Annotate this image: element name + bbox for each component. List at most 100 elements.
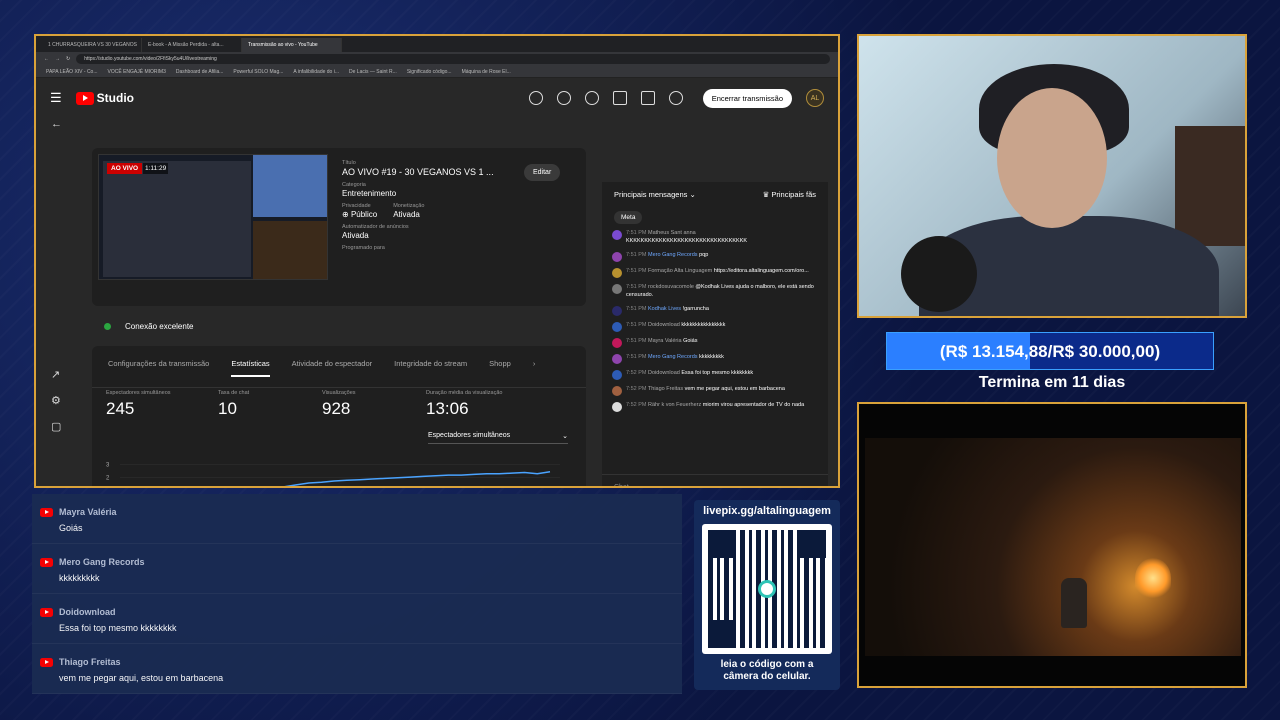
kpi-value: 13:06 [426, 399, 469, 418]
avatar[interactable]: AL [806, 89, 824, 107]
screen-capture: 1 CHURRASQUEIRA VS 30 VEGANOS E-book - A… [34, 34, 840, 488]
category-value: Entretenimento [342, 189, 397, 198]
overlay-author: Doidownload [59, 607, 116, 617]
globe-icon: ⊕ [342, 210, 351, 219]
chat-avatar [612, 230, 622, 240]
chat-text: vem me pegar aqui, estou em barbacena [684, 385, 785, 392]
menu-icon[interactable]: ☰ [50, 90, 62, 106]
donation-goal: (R$ 13.154,88/R$ 30.000,00) [886, 332, 1214, 370]
browser-tab-active[interactable]: Transmissão ao vivo - YouTube [242, 38, 342, 52]
live-chat: Principais mensagens ⌄ ♛ Principais fãs … [602, 182, 828, 486]
logo-text: Studio [96, 91, 134, 105]
game-character [1061, 578, 1087, 628]
external-link-icon[interactable]: ↗ [51, 368, 60, 381]
youtube-icon [40, 558, 53, 567]
timer-icon[interactable] [584, 91, 599, 105]
chat-avatar [612, 321, 622, 332]
tab-viewer-activity[interactable]: Atividade do espectador [292, 359, 372, 377]
chat-text: !garruncha [682, 305, 709, 312]
tab-statistics[interactable]: Estatísticas [231, 359, 270, 377]
status-dot [104, 323, 111, 330]
bookmark[interactable]: PAPA LEÃO XIV - Co... [46, 69, 98, 75]
tab-stream-settings[interactable]: Configurações da transmissão [108, 359, 209, 377]
monetization-label: Monetização [393, 203, 425, 209]
chevron-right-icon[interactable]: › [533, 359, 536, 377]
chat-text: kkkkkkkkkkkkkkkk [681, 321, 726, 328]
end-stream-button[interactable]: Encerrar transmissão [702, 88, 792, 108]
edit-button[interactable]: Editar [524, 164, 561, 181]
livepix-qr: livepix.gg/altalinguagem leia o código c… [694, 500, 840, 690]
reload-icon[interactable]: ↻ [66, 56, 70, 62]
chat-author: rockdosuvacomole [648, 283, 696, 290]
bookmark[interactable]: Powerful SOLO Mag... [233, 69, 283, 75]
stream-preview[interactable]: AO VIVO 1:11:29 [98, 154, 328, 280]
gear-icon[interactable]: ⚙ [51, 394, 61, 407]
money-icon[interactable] [556, 91, 571, 105]
kpi-concurrent: Espectadores simultâneos 245 [106, 390, 171, 418]
microphone [901, 236, 977, 312]
chat-message: 7:51 PM Mero Gang Records kkkkkkkkk [612, 353, 818, 364]
chat-time: 7:51 PM [626, 305, 649, 312]
youtube-icon [40, 608, 53, 617]
youtube-icon [40, 658, 53, 667]
overlay-text: Essa foi top mesmo kkkkkkkk [59, 623, 177, 633]
chat-avatar [612, 369, 622, 380]
chat-time: 7:51 PM [626, 337, 649, 344]
browser-tab[interactable]: 1 CHURRASQUEIRA VS 30 VEGANOS [42, 38, 142, 52]
chat-message: 7:51 PM rockdosuvacomole @Kodhak Lives a… [612, 283, 818, 300]
chat-time: 7:51 PM [626, 353, 649, 360]
bookmark[interactable]: Significado código... [407, 69, 452, 75]
category-label: Categoria [342, 182, 366, 188]
chat-input[interactable]: Chat... [602, 474, 828, 486]
chat-author: Kodhak Lives [648, 305, 683, 312]
metric-select[interactable]: Espectadores simultâneos ⌄ [428, 432, 568, 444]
privacy-label: Privacidade [342, 203, 371, 209]
calendar-icon[interactable] [612, 91, 627, 105]
webcam [857, 34, 1247, 318]
bookmark[interactable]: De Lacis — Saint R... [349, 69, 397, 75]
studio-logo[interactable]: Studio [75, 91, 134, 105]
kpi-value: 928 [322, 399, 351, 418]
overlay-text: kkkkkkkkk [59, 573, 100, 583]
browser-tab[interactable]: E-book - A Missão Perdida - alta... [142, 38, 242, 52]
viewers-chart: 321 [106, 463, 560, 486]
tab-stream-health[interactable]: Integridade do stream [394, 359, 467, 377]
feedback-icon[interactable]: ▢ [51, 420, 61, 433]
chat-filter[interactable]: Principais mensagens ⌄ [614, 190, 696, 199]
chat-author: Rähr k von Feuerherz [648, 401, 703, 408]
back-arrow-icon[interactable]: ← [51, 118, 62, 130]
chat-time: 7:52 PM [626, 401, 649, 408]
dollar-icon[interactable] [528, 91, 543, 105]
bookmarks-bar: PAPA LEÃO XIV - Co... VOCÊ ENGAJÉ MIORIM… [36, 66, 838, 78]
connection-status: Conexão excelente [104, 322, 194, 331]
overlay-text: vem me pegar aqui, estou em barbacena [59, 673, 224, 683]
meta-chip[interactable]: Meta [614, 211, 643, 224]
chat-avatar [612, 337, 622, 348]
tab-shopping[interactable]: Shopp [489, 359, 511, 377]
back-icon[interactable]: ← [44, 56, 49, 62]
kpi-views: Visualizações 928 [322, 390, 356, 418]
chat-author: Mero Gang Records [648, 353, 700, 360]
bookmark[interactable]: A infalibilidade do i... [293, 69, 339, 75]
top-fans-button[interactable]: ♛ Principais fãs [763, 190, 816, 199]
y-tick-label: 2 [106, 476, 110, 482]
bookmark[interactable]: Máquina de Rose El... [462, 69, 511, 75]
bookmark-icon[interactable] [640, 91, 655, 105]
chat-author: Doidownload [648, 369, 682, 376]
url-field[interactable]: https://studio.youtube.com/video/2FfiSky… [76, 54, 830, 64]
stats-panel: Configurações da transmissão Estatística… [92, 346, 586, 486]
bookmark[interactable]: Dashboard de Afilia... [176, 69, 224, 75]
chat-overlay: Mayra Valéria Goiás Mero Gang Records kkkk… [32, 494, 682, 694]
chat-message: 7:51 PM Kodhak Lives !garruncha [612, 305, 818, 316]
kpi-chat-rate: Taxa de chat 10 [218, 390, 250, 418]
chat-time: 7:51 PM [626, 321, 649, 328]
qr-footer: leia o código com a câmera do celular. [720, 659, 814, 682]
qr-code [702, 524, 832, 654]
browser-tabs: 1 CHURRASQUEIRA VS 30 VEGANOS E-book - A… [36, 36, 838, 52]
share-icon[interactable] [668, 91, 683, 105]
chat-time: 7:51 PM [626, 230, 649, 236]
overlay-message: Doidownload Essa foi top mesmo kkkkkkkk [32, 594, 682, 644]
bookmark[interactable]: VOCÊ ENGAJÉ MIORIM3 [108, 69, 166, 75]
studio-header: ☰ Studio Encerrar transmissão AL [36, 78, 838, 118]
forward-icon[interactable]: → [55, 56, 60, 62]
